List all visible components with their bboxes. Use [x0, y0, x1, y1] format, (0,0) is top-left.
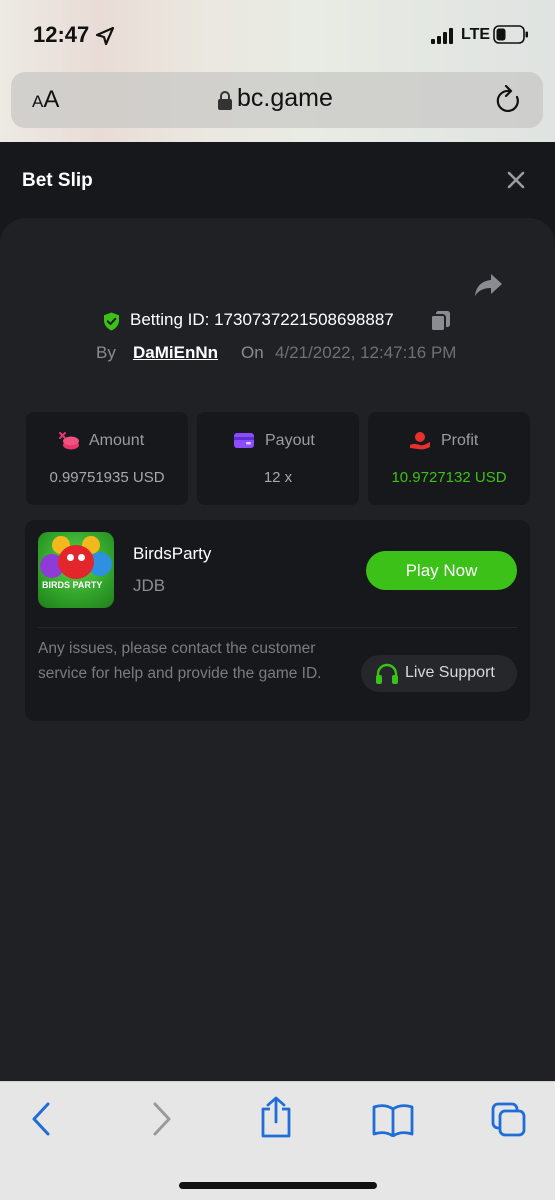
network-type: LTE — [461, 26, 491, 43]
stat-payout: Payout 12 x — [197, 412, 359, 505]
stat-label: Amount — [89, 432, 145, 449]
support-note: Any issues, please contact the customer … — [38, 640, 322, 682]
game-name: BirdsParty — [133, 544, 212, 563]
live-support-button[interactable]: Live Support — [361, 655, 517, 692]
back-icon[interactable] — [28, 1100, 54, 1138]
page-title: Bet Slip — [22, 170, 93, 191]
by-label: By — [96, 343, 116, 362]
share-sheet-icon[interactable] — [259, 1096, 293, 1138]
stat-value: 12 x — [263, 469, 293, 486]
tabs-icon[interactable] — [490, 1101, 528, 1139]
betting-id: Betting ID: 1730737221508698887 — [130, 310, 394, 329]
lock-icon — [218, 91, 232, 110]
home-indicator — [179, 1182, 377, 1189]
on-label: On — [241, 343, 264, 362]
text-size-button[interactable]: AA — [32, 86, 59, 114]
thumbnail-logo-text: BIRDS PARTY — [42, 580, 103, 590]
bookmarks-icon[interactable] — [372, 1103, 414, 1137]
game-thumbnail[interactable]: BIRDS PARTY — [38, 532, 114, 608]
game-provider: JDB — [133, 576, 166, 595]
reload-icon[interactable] — [495, 85, 523, 115]
hand-money-icon — [410, 432, 430, 450]
username-link[interactable]: DaMiEnNn — [133, 343, 218, 363]
play-now-button[interactable]: Play Now — [366, 551, 517, 590]
cellular-signal-icon — [431, 28, 453, 44]
share-icon[interactable] — [474, 272, 504, 298]
live-support-label: Live Support — [405, 664, 495, 681]
coins-icon — [59, 432, 79, 450]
copy-icon[interactable] — [430, 310, 451, 332]
url-bar[interactable]: AA bc.game — [11, 72, 543, 128]
url-text[interactable]: bc.game — [237, 84, 333, 113]
location-arrow-icon — [95, 26, 115, 46]
stat-value: 10.9727132 USD — [391, 469, 507, 486]
stat-label: Profit — [441, 432, 479, 449]
stat-label: Payout — [265, 432, 315, 449]
battery-icon — [493, 25, 528, 44]
close-icon[interactable] — [505, 169, 527, 191]
browser-top-chrome: 12:47 LTE AA bc.game — [0, 0, 555, 142]
divider — [38, 627, 517, 628]
stat-amount: Amount 0.99751935 USD — [26, 412, 188, 505]
forward-icon[interactable] — [149, 1100, 175, 1138]
game-card: BIRDS PARTY BirdsParty JDB Play Now Any … — [25, 520, 530, 721]
stat-profit: Profit 10.9727132 USD — [368, 412, 530, 505]
wallet-icon — [234, 433, 254, 448]
bet-datetime: 4/21/2022, 12:47:16 PM — [275, 343, 457, 362]
headset-icon — [376, 663, 398, 684]
stat-value: 0.99751935 USD — [49, 469, 165, 486]
verified-shield-icon — [104, 312, 119, 331]
status-time: 12:47 — [33, 22, 90, 47]
